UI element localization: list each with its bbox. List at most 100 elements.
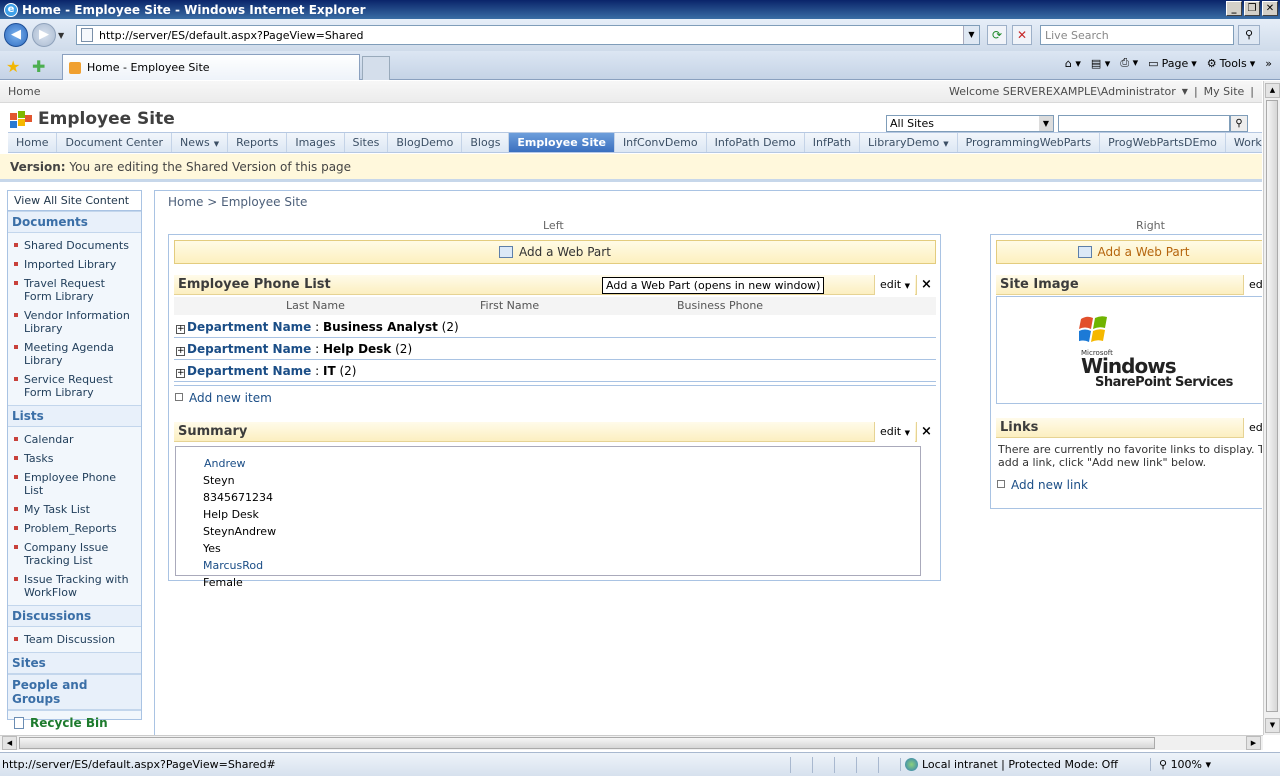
- expand-plus-icon[interactable]: +: [176, 369, 185, 378]
- nav-item-lists[interactable]: Employee Phone List: [8, 469, 141, 501]
- nav-header-lists[interactable]: Lists: [8, 405, 141, 427]
- nav-item-lists[interactable]: My Task List: [8, 501, 141, 520]
- topnav-item-document-center[interactable]: Document Center: [57, 133, 172, 152]
- topnav-item-workflow-demo-site[interactable]: Workflow Demo Site: [1226, 133, 1262, 152]
- nav-item-documents[interactable]: Travel Request Form Library: [8, 275, 141, 307]
- nav-header-discussions[interactable]: Discussions: [8, 605, 141, 627]
- global-home-link[interactable]: Home: [8, 85, 40, 98]
- live-search-input[interactable]: Live Search: [1040, 25, 1234, 45]
- topnav-item-infconvdemo[interactable]: InfConvDemo: [615, 133, 707, 152]
- nav-item-lists[interactable]: Calendar: [8, 431, 141, 450]
- forward-button[interactable]: ▶: [32, 23, 56, 47]
- nav-item-documents[interactable]: Service Request Form Library: [8, 371, 141, 403]
- summary-edit-menu[interactable]: edit ▼: [874, 422, 916, 442]
- nav-header-people-groups[interactable]: People and Groups: [8, 674, 141, 710]
- expand-plus-icon[interactable]: +: [176, 347, 185, 356]
- column-header-business-phone[interactable]: Business Phone: [677, 299, 763, 312]
- close-window-button[interactable]: ✕: [1262, 1, 1278, 16]
- my-site-link[interactable]: My Site: [1204, 85, 1245, 98]
- horizontal-scrollbar[interactable]: ◀ ▶: [0, 735, 1263, 750]
- new-tab-button[interactable]: [362, 56, 390, 80]
- add-favorite-icon[interactable]: ✚: [32, 57, 45, 76]
- topnav-item-blogdemo[interactable]: BlogDemo: [388, 133, 463, 152]
- summary-value-manager[interactable]: MarcusRod: [203, 559, 263, 572]
- nav-item-lists[interactable]: Tasks: [8, 450, 141, 469]
- home-icon[interactable]: ⌂ ▾: [1065, 57, 1081, 70]
- history-dropdown-icon[interactable]: ▼: [58, 31, 68, 40]
- search-icon[interactable]: ⚲: [1238, 25, 1260, 45]
- topnav-item-home[interactable]: Home: [8, 133, 58, 152]
- chevron-down-icon[interactable]: ▼: [943, 140, 948, 148]
- group-field-name[interactable]: Department Name: [187, 342, 311, 356]
- topnav-item-reports[interactable]: Reports: [228, 133, 288, 152]
- topnav-item-images[interactable]: Images: [287, 133, 345, 152]
- welcome-menu[interactable]: Welcome SERVEREXAMPLE\Administrator: [949, 85, 1176, 98]
- vertical-scroll-thumb[interactable]: [1266, 100, 1278, 712]
- address-field[interactable]: http://server/ES/default.aspx?PageView=S…: [76, 25, 980, 45]
- tools-menu[interactable]: ⚙ Tools ▾: [1207, 57, 1256, 70]
- welcome-dropdown-icon[interactable]: ▼: [1182, 87, 1188, 96]
- zoom-control[interactable]: ⚲ 100% ▾: [1150, 758, 1211, 771]
- tab-home-employee-site[interactable]: Home - Employee Site: [62, 54, 360, 80]
- site-title[interactable]: Employee Site: [38, 109, 175, 129]
- topnav-item-librarydemo[interactable]: LibraryDemo ▼: [860, 133, 958, 152]
- topnav-item-employee-site[interactable]: Employee Site: [509, 133, 615, 152]
- add-web-part-button-left[interactable]: Add a Web Part: [174, 240, 936, 264]
- horizontal-scroll-thumb[interactable]: [19, 737, 1155, 749]
- minimize-button[interactable]: _: [1226, 1, 1242, 16]
- add-new-link[interactable]: Add new link: [997, 478, 1088, 492]
- group-row[interactable]: + Department Name : IT (2): [174, 361, 936, 382]
- site-search-input[interactable]: [1058, 115, 1230, 132]
- more-chevron-icon[interactable]: »: [1265, 57, 1272, 70]
- nav-item-documents[interactable]: Imported Library: [8, 256, 141, 275]
- group-row[interactable]: + Department Name : Help Desk (2): [174, 339, 936, 360]
- links-edit-menu[interactable]: ed: [1243, 418, 1262, 438]
- topnav-item-news[interactable]: News ▼: [172, 133, 229, 152]
- print-icon[interactable]: ⎙ ▾: [1120, 56, 1138, 70]
- page-menu[interactable]: ▭ Page ▾: [1148, 57, 1197, 70]
- nav-item-lists[interactable]: Issue Tracking with WorkFlow: [8, 571, 141, 603]
- search-scope-select[interactable]: All Sites ▼: [886, 115, 1054, 132]
- nav-item-lists[interactable]: Company Issue Tracking List: [8, 539, 141, 571]
- breadcrumb[interactable]: Home > Employee Site: [168, 195, 307, 209]
- nav-item-documents[interactable]: Shared Documents: [8, 237, 141, 256]
- nav-item-documents[interactable]: Vendor Information Library: [8, 307, 141, 339]
- add-web-part-button-right[interactable]: Add a Web Part: [996, 240, 1262, 264]
- refresh-button[interactable]: ⟳: [987, 25, 1007, 45]
- topnav-item-blogs[interactable]: Blogs: [462, 133, 510, 152]
- nav-header-documents[interactable]: Documents: [8, 211, 141, 233]
- nav-header-sites[interactable]: Sites: [8, 652, 141, 674]
- summary-value-first-name[interactable]: Andrew: [204, 457, 246, 470]
- view-all-site-content-link[interactable]: View All Site Content: [8, 191, 141, 211]
- security-zone[interactable]: Local intranet | Protected Mode: Off: [900, 758, 1150, 771]
- feeds-icon[interactable]: ▤ ▾: [1091, 57, 1110, 70]
- group-row[interactable]: + Department Name : Business Analyst (2): [174, 317, 936, 338]
- add-new-item-link[interactable]: Add new item: [175, 391, 272, 405]
- summary-close-button[interactable]: ×: [916, 422, 936, 442]
- phone-list-close-button[interactable]: ×: [916, 275, 936, 295]
- topnav-item-infpath[interactable]: InfPath: [805, 133, 861, 152]
- group-field-name[interactable]: Department Name: [187, 364, 311, 378]
- site-image-edit-menu[interactable]: ed: [1243, 275, 1262, 295]
- scroll-right-arrow-icon[interactable]: ▶: [1246, 736, 1261, 750]
- address-dropdown-icon[interactable]: ▼: [963, 26, 979, 44]
- chevron-down-icon[interactable]: ▼: [214, 140, 219, 148]
- site-search-icon[interactable]: ⚲: [1230, 115, 1248, 132]
- favorites-star-icon[interactable]: ★: [6, 57, 20, 76]
- vertical-scrollbar[interactable]: ▲ ▼: [1263, 81, 1280, 735]
- phone-list-edit-menu[interactable]: edit ▼: [874, 275, 916, 295]
- nav-item-discussions[interactable]: Team Discussion: [8, 631, 141, 650]
- scroll-up-arrow-icon[interactable]: ▲: [1265, 83, 1280, 98]
- topnav-item-programmingwebparts[interactable]: ProgrammingWebParts: [958, 133, 1101, 152]
- nav-item-lists[interactable]: Problem_Reports: [8, 520, 141, 539]
- restore-button[interactable]: ❐: [1244, 1, 1260, 16]
- recycle-bin-link[interactable]: Recycle Bin: [8, 710, 141, 735]
- nav-item-documents[interactable]: Meeting Agenda Library: [8, 339, 141, 371]
- back-button[interactable]: ◀: [4, 23, 28, 47]
- stop-button[interactable]: ✕: [1012, 25, 1032, 45]
- topnav-item-sites[interactable]: Sites: [345, 133, 389, 152]
- scroll-left-arrow-icon[interactable]: ◀: [2, 736, 17, 750]
- column-header-last-name[interactable]: Last Name: [286, 299, 345, 312]
- topnav-item-infopath-demo[interactable]: InfoPath Demo: [707, 133, 805, 152]
- topnav-item-progwebpartsdemo[interactable]: ProgWebPartsDEmo: [1100, 133, 1226, 152]
